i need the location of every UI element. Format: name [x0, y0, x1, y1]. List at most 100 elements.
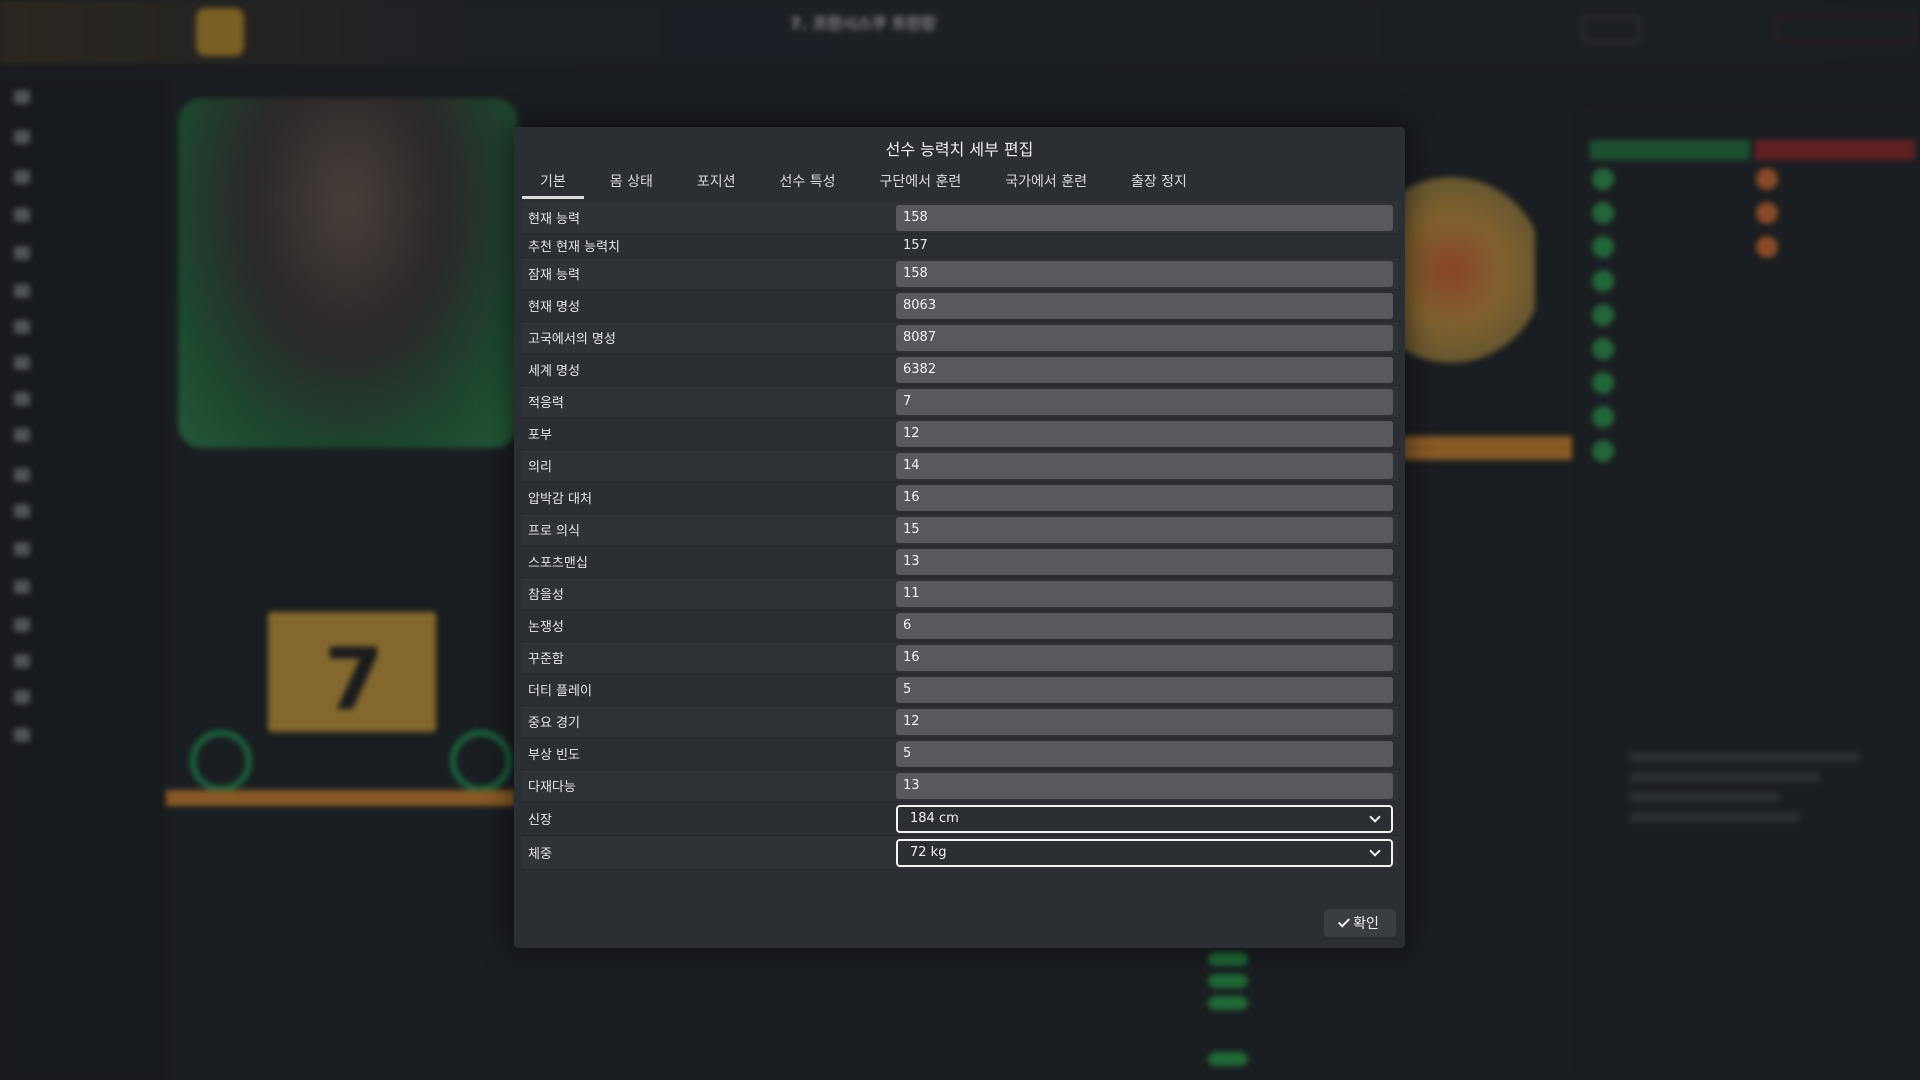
confirm-button[interactable]: 확인	[1324, 909, 1396, 937]
loyalty-input[interactable]: 14	[896, 452, 1393, 479]
tab-player-traits[interactable]: 선수 특성	[762, 163, 854, 199]
sidebar-item	[14, 540, 30, 558]
field-row-potential-ability: 잠재 능력 158	[522, 258, 1398, 290]
controversy-input[interactable]: 6	[896, 612, 1393, 639]
field-row-important-matches: 중요 경기 12	[522, 706, 1398, 738]
consistency-input[interactable]: 16	[896, 644, 1393, 671]
positive-icon	[1592, 338, 1614, 360]
sidebar-item	[14, 466, 30, 484]
bg-row	[1630, 772, 1820, 782]
positive-icon	[1592, 440, 1614, 462]
field-label: 체중	[528, 847, 552, 862]
potential-ability-input[interactable]: 158	[896, 260, 1393, 287]
green-pill	[1208, 996, 1248, 1010]
sidebar-item	[14, 652, 30, 670]
positive-icon	[1592, 270, 1614, 292]
field-label: 참을성	[528, 588, 564, 603]
sidebar-item	[14, 616, 30, 634]
tab-national-training[interactable]: 국가에서 훈련	[987, 163, 1105, 199]
negative-header	[1755, 140, 1915, 160]
professionalism-input[interactable]: 15	[896, 516, 1393, 543]
field-label: 추천 현재 능력치	[528, 240, 620, 255]
green-pill	[1208, 974, 1248, 988]
field-row-ambition: 포부 12	[522, 418, 1398, 450]
tab-basic[interactable]: 기본	[522, 163, 584, 199]
field-row-dirtiness: 더티 플레이 5	[522, 674, 1398, 706]
field-label: 포부	[528, 428, 552, 443]
recommended-ability-value: 157	[903, 238, 928, 253]
player-photo	[178, 98, 518, 448]
field-row-temperament: 참을성 11	[522, 578, 1398, 610]
field-label: 스포츠맨십	[528, 556, 588, 571]
sidebar-item	[14, 168, 30, 186]
chevron-down-icon	[1369, 844, 1381, 857]
field-label: 논쟁성	[528, 620, 564, 635]
player-title: 7. 프란시스쿠 트린캉	[790, 14, 937, 33]
bg-row	[1630, 812, 1800, 822]
field-label: 프로 의식	[528, 524, 580, 539]
sidebar-item	[14, 206, 30, 224]
home-reputation-input[interactable]: 8087	[896, 324, 1393, 351]
sidebar-item	[14, 726, 30, 744]
field-label: 잠재 능력	[528, 268, 580, 283]
sidebar-item	[14, 390, 30, 408]
field-row-professionalism: 프로 의식 15	[522, 514, 1398, 546]
field-row-loyalty: 의리 14	[522, 450, 1398, 482]
injury-proneness-input[interactable]: 5	[896, 740, 1393, 767]
field-row-recommended-ability: 추천 현재 능력치 157	[522, 234, 1398, 258]
bg-row	[1630, 792, 1780, 802]
orange-strip	[1400, 436, 1572, 460]
world-reputation-input[interactable]: 6382	[896, 356, 1393, 383]
weight-select[interactable]: 72 kg	[896, 838, 1393, 867]
current-reputation-input[interactable]: 8063	[896, 292, 1393, 319]
temperament-input[interactable]: 11	[896, 580, 1393, 607]
continue-button	[1776, 16, 1916, 42]
field-label: 의리	[528, 460, 552, 475]
attribute-fields: 현재 능력 158 추천 현재 능력치 157 잠재 능력 158 현재 명성 …	[522, 202, 1398, 870]
bg-row	[1630, 752, 1860, 762]
sidebar-item	[14, 128, 30, 146]
positive-icon	[1592, 304, 1614, 326]
ambition-input[interactable]: 12	[896, 420, 1393, 447]
tab-club-training[interactable]: 구단에서 훈련	[861, 163, 979, 199]
field-row-height: 신장 184 cm	[522, 802, 1398, 836]
field-label: 다재다능	[528, 780, 576, 795]
progress-ring	[190, 730, 252, 792]
top-button	[1582, 16, 1640, 42]
important-matches-input[interactable]: 12	[896, 708, 1393, 735]
field-row-controversy: 논쟁성 6	[522, 610, 1398, 642]
edit-attributes-dialog: 선수 능력치 세부 편집 기본 몸 상태 포지션 선수 특성 구단에서 훈련 국…	[514, 127, 1405, 948]
positive-icon	[1592, 236, 1614, 258]
dirtiness-input[interactable]: 5	[896, 676, 1393, 703]
field-row-pressure: 압박감 대처 16	[522, 482, 1398, 514]
field-label: 중요 경기	[528, 716, 580, 731]
tab-bar: 기본 몸 상태 포지션 선수 특성 구단에서 훈련 국가에서 훈련 출장 정지	[522, 163, 1205, 199]
sidebar-item	[14, 282, 30, 300]
field-label: 꾸준함	[528, 652, 564, 667]
tab-condition[interactable]: 몸 상태	[592, 163, 671, 199]
field-row-versatility: 다재다능 13	[522, 770, 1398, 802]
sidebar-item	[14, 318, 30, 336]
sidebar-item	[14, 426, 30, 444]
current-ability-input[interactable]: 158	[896, 204, 1393, 231]
tab-suspension[interactable]: 출장 정지	[1113, 163, 1205, 199]
positive-header	[1590, 140, 1750, 160]
sidebar-item	[14, 354, 30, 372]
pressure-input[interactable]: 16	[896, 484, 1393, 511]
field-label: 압박감 대처	[528, 492, 592, 507]
green-pill	[1208, 952, 1248, 966]
field-row-injury-proneness: 부상 빈도 5	[522, 738, 1398, 770]
weight-select-value: 72 kg	[910, 845, 947, 860]
tab-positions[interactable]: 포지션	[679, 163, 754, 199]
field-label: 더티 플레이	[528, 684, 592, 699]
field-row-home-reputation: 고국에서의 명성 8087	[522, 322, 1398, 354]
sidebar-item	[14, 88, 30, 106]
height-select[interactable]: 184 cm	[896, 804, 1393, 833]
adaptability-input[interactable]: 7	[896, 388, 1393, 415]
confirm-button-label: 확인	[1353, 916, 1379, 932]
sportsmanship-input[interactable]: 13	[896, 548, 1393, 575]
field-label: 현재 능력	[528, 212, 580, 227]
positive-icon	[1592, 168, 1614, 190]
positive-icon	[1592, 202, 1614, 224]
versatility-input[interactable]: 13	[896, 772, 1393, 799]
